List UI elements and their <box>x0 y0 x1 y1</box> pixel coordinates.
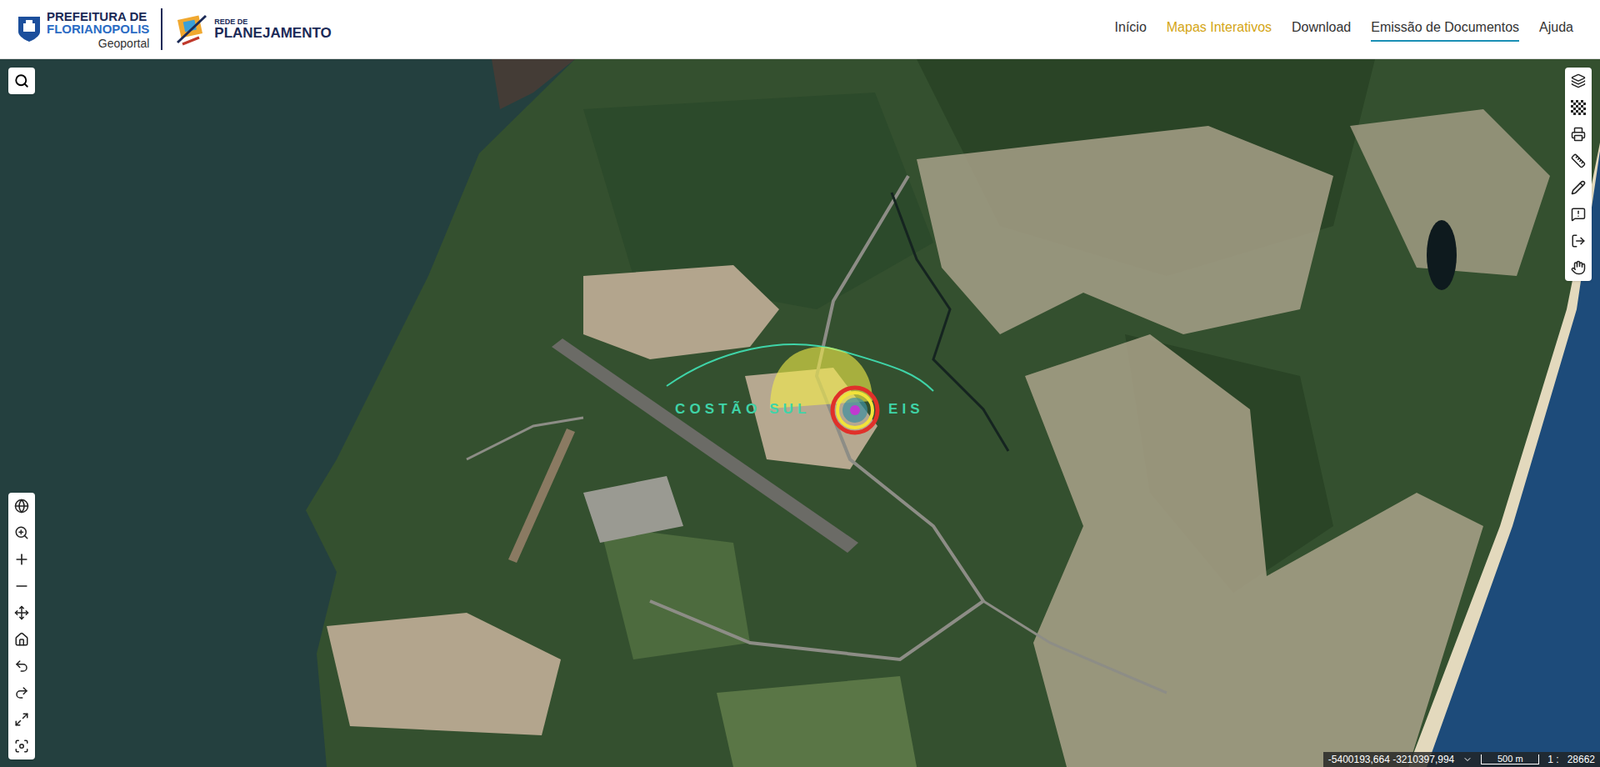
move-icon <box>14 605 30 620</box>
basemap-icon <box>1570 100 1586 115</box>
scale-value[interactable]: 28662 <box>1567 754 1595 765</box>
nav-item[interactable]: Mapas Interativos <box>1166 17 1272 42</box>
search-icon <box>14 73 30 89</box>
export-button[interactable] <box>1565 227 1592 255</box>
shield-icon <box>16 15 42 44</box>
planning-icon <box>174 12 211 46</box>
print-button[interactable] <box>1565 120 1592 148</box>
report-icon <box>1570 206 1586 222</box>
top-header: PREFEITURA DEFLORIANOPOLISGeoportal REDE … <box>0 0 1600 60</box>
report-button[interactable] <box>1565 200 1592 228</box>
location-pin <box>832 387 878 433</box>
measure-button[interactable] <box>1565 147 1592 175</box>
globe-icon <box>14 498 30 514</box>
nav-item[interactable]: Início <box>1115 17 1147 42</box>
map-label: EIS <box>888 401 925 416</box>
basemap-button[interactable] <box>1565 94 1592 121</box>
minus-icon <box>13 577 30 595</box>
scale-prefix: 1 : <box>1547 754 1559 765</box>
coordinates: -5400193,664 -3210397,994 <box>1328 754 1455 765</box>
map-area: COSTÃO SUL EIS -5400193,664 -3210397,994 50… <box>0 59 1600 767</box>
navigation-toolbar <box>8 492 35 760</box>
geoportal-page: PREFEITURA DEFLORIANOPOLISGeoportal REDE … <box>0 0 1600 767</box>
expand-icon <box>14 711 30 727</box>
zoom-in-button[interactable] <box>8 545 35 573</box>
scale-bar: 500 m <box>1480 754 1540 765</box>
printer-icon <box>1570 126 1586 142</box>
layers-icon <box>1570 73 1586 89</box>
globe-button[interactable] <box>8 492 35 520</box>
locate-button[interactable] <box>8 732 35 760</box>
main-nav: Início Mapas Interativos Download Emissão d… <box>1115 17 1574 42</box>
map-label: COSTÃO SUL <box>675 401 810 416</box>
ruler-icon <box>1570 153 1586 169</box>
zoom-icon <box>14 525 30 540</box>
undo-icon <box>14 658 30 674</box>
fullscreen-button[interactable] <box>8 705 35 733</box>
redo-icon <box>14 685 30 700</box>
pan-button[interactable] <box>8 599 35 626</box>
tools-toolbar <box>1565 67 1592 281</box>
nav-item[interactable]: Emissão de Documentos <box>1370 17 1520 42</box>
plus-icon <box>13 550 30 568</box>
zoom-out-button[interactable] <box>8 572 35 600</box>
zoom-area-button[interactable] <box>8 519 35 546</box>
export-icon <box>1570 233 1586 249</box>
home-icon <box>14 631 30 647</box>
logo-divider <box>160 8 163 50</box>
draw-button[interactable] <box>1565 174 1592 201</box>
hand-icon <box>1570 260 1586 275</box>
pencil-icon <box>1570 180 1586 195</box>
chevron-down-icon[interactable] <box>1462 754 1473 765</box>
search-button[interactable] <box>8 67 35 95</box>
redo-button[interactable] <box>8 679 35 706</box>
prefeitura-logo[interactable]: PREFEITURA DEFLORIANOPOLISGeoportal <box>16 10 150 50</box>
logos: PREFEITURA DEFLORIANOPOLISGeoportal REDE … <box>16 8 332 50</box>
identify-button[interactable] <box>1565 254 1592 281</box>
layers-button[interactable] <box>1565 67 1592 95</box>
nav-item[interactable]: Ajuda <box>1539 17 1574 42</box>
home-button[interactable] <box>8 625 35 653</box>
nav-item[interactable]: Download <box>1291 17 1351 42</box>
locate-icon <box>14 738 30 754</box>
undo-button[interactable] <box>8 652 35 680</box>
planejamento-logo[interactable]: REDE DEPLANEJAMENTO <box>174 12 331 46</box>
status-bar: -5400193,664 -3210397,994 500 m 1 : 28662 <box>1323 751 1600 767</box>
